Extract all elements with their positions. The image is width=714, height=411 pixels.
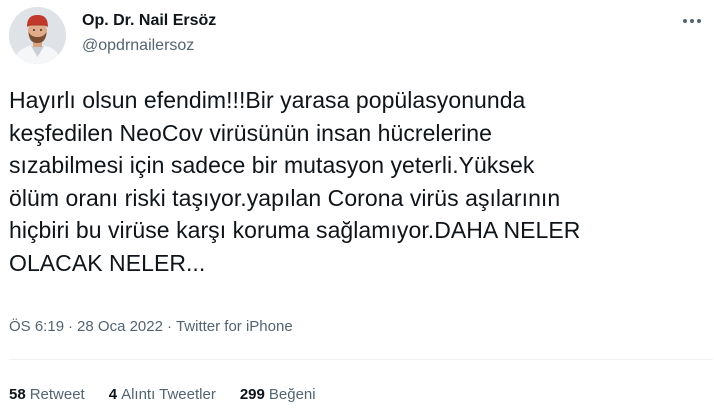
meta-separator: · [166,318,172,335]
divider [9,359,713,360]
likes-label: Beğeni [268,386,316,403]
tweet-metadata: ÖS 6:19 · 28 Oca 2022 · Twitter for iPhone [9,317,293,337]
avatar[interactable] [9,7,66,64]
author-handle[interactable]: @opdrnailersoz [82,36,216,56]
quotes-label: Alıntı Tweetler [121,386,216,403]
quotes-stat[interactable]: 4 Alıntı Tweetler [109,385,216,405]
likes-count: 299 [239,386,265,403]
tweet-date[interactable]: 28 Oca 2022 [77,318,163,335]
likes-stat[interactable]: 299 Beğeni [240,385,316,405]
author-block: Op. Dr. Nail Ersöz @opdrnailersoz [82,11,216,56]
meta-separator: · [68,318,74,335]
tweet-header: Op. Dr. Nail Ersöz @opdrnailersoz [9,7,709,67]
engagement-stats: 58 Retweet 4 Alıntı Tweetler 299 Beğeni [9,385,316,405]
more-horizontal-icon [683,19,701,23]
retweets-label: Retweet [29,386,85,403]
retweets-stat[interactable]: 58 Retweet [9,385,85,405]
author-display-name[interactable]: Op. Dr. Nail Ersöz [82,11,216,31]
tweet-text: Hayırlı olsun efendim!!!Bir yarasa popül… [9,87,581,276]
tweet-card: Op. Dr. Nail Ersöz @opdrnailersoz Hayırl… [0,0,714,411]
quotes-count: 4 [108,386,118,403]
tweet-time[interactable]: ÖS 6:19 [9,318,64,335]
profile-photo-icon [9,7,66,64]
more-options-button[interactable] [679,13,705,29]
retweets-count: 58 [9,386,26,403]
tweet-source[interactable]: Twitter for iPhone [176,318,293,335]
